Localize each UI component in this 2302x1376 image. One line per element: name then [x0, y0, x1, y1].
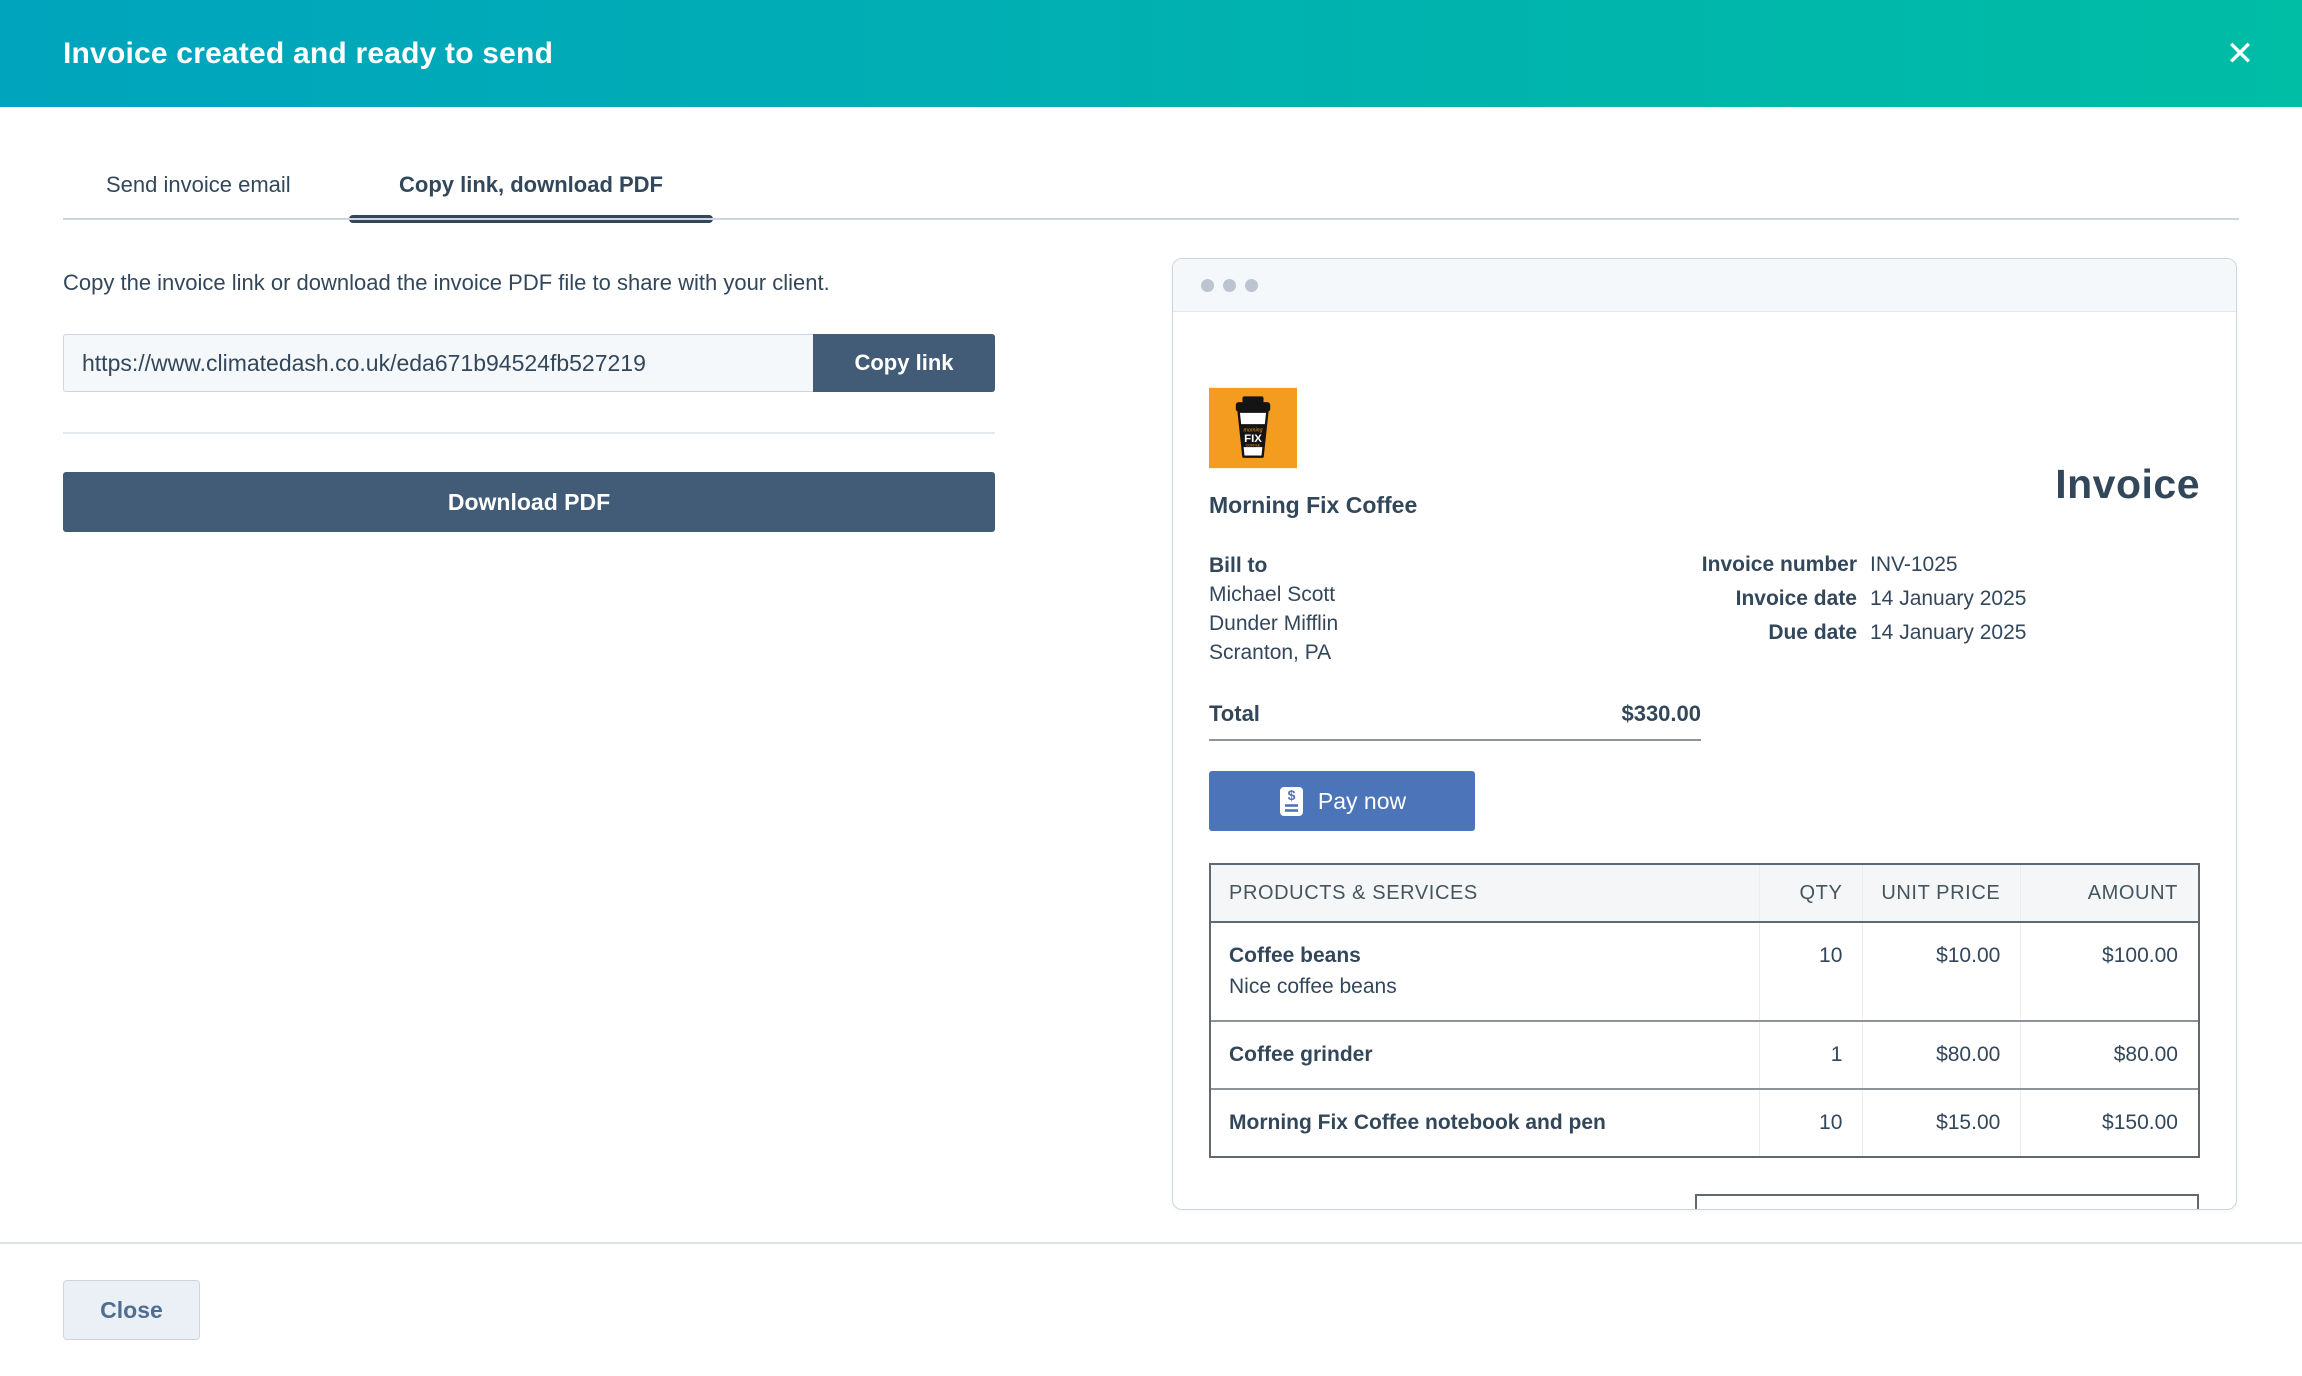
tab-divider-line — [63, 218, 2239, 220]
table-row: Coffee beans Nice coffee beans 10 $10.00… — [1211, 923, 2198, 1020]
col-unit-price: UNIT PRICE — [1862, 865, 2020, 921]
products-table: PRODUCTS & SERVICES QTY UNIT PRICE AMOUN… — [1209, 863, 2200, 1158]
company-name: Morning Fix Coffee — [1209, 492, 2200, 519]
item-amount: $100.00 — [2020, 923, 2198, 1020]
invoice-meta-block: Invoice number INV-1025 Invoice date 14 … — [1627, 551, 2030, 667]
invoice-parties: Bill to Michael Scott Dunder Mifflin Scr… — [1209, 551, 2200, 667]
close-button[interactable]: Close — [63, 1280, 200, 1340]
col-qty: QTY — [1759, 865, 1863, 921]
item-qty: 10 — [1759, 923, 1863, 1020]
item-name: Coffee beans — [1229, 944, 1739, 968]
invoice-heading: Invoice — [2055, 460, 2200, 508]
pay-now-label: Pay now — [1318, 788, 1406, 815]
meta-row: Invoice date 14 January 2025 — [1627, 585, 2030, 613]
svg-text:COFFEE: COFFEE — [1246, 444, 1261, 448]
browser-chrome-bar — [1173, 259, 2236, 312]
tab-label: Copy link, download PDF — [399, 172, 663, 197]
bill-to-label: Bill to — [1209, 551, 1338, 580]
due-date-label: Due date — [1627, 619, 1857, 647]
section-divider — [63, 432, 995, 434]
invoice-date-label: Invoice date — [1627, 585, 1857, 613]
window-dot-icon — [1223, 279, 1236, 292]
close-icon[interactable]: ✕ — [2216, 30, 2264, 78]
svg-text:$: $ — [1287, 787, 1295, 803]
pay-now-icon: $ — [1278, 786, 1305, 817]
share-section: Copy the invoice link or download the in… — [63, 268, 995, 532]
products-table-header: PRODUCTS & SERVICES QTY UNIT PRICE AMOUN… — [1211, 865, 2198, 923]
invoice-link-row: Copy link — [63, 334, 995, 392]
bill-to-block: Bill to Michael Scott Dunder Mifflin Scr… — [1209, 551, 1338, 667]
invoice-number-value: INV-1025 — [1870, 551, 2030, 579]
tab-copy-link-download-pdf[interactable]: Copy link, download PDF — [349, 172, 713, 198]
meta-row: Invoice number INV-1025 — [1627, 551, 2030, 579]
subtotal-box: Subtotal $330.00 — [1695, 1194, 2199, 1210]
meta-row: Due date 14 January 2025 — [1627, 619, 2030, 647]
copy-link-button[interactable]: Copy link — [813, 334, 995, 392]
item-name: Morning Fix Coffee notebook and pen — [1229, 1111, 1739, 1135]
col-products-services: PRODUCTS & SERVICES — [1211, 865, 1759, 921]
item-qty: 1 — [1759, 1022, 1863, 1088]
item-unit-price: $15.00 — [1862, 1090, 2020, 1156]
col-amount: AMOUNT — [2020, 865, 2198, 921]
invoice-link-input[interactable] — [63, 334, 813, 392]
table-row: Morning Fix Coffee notebook and pen 10 $… — [1211, 1088, 2198, 1156]
tab-bar: Send invoice email Copy link, download P… — [0, 160, 2302, 226]
modal-title: Invoice created and ready to send — [63, 37, 553, 71]
window-dot-icon — [1201, 279, 1214, 292]
item-description: Nice coffee beans — [1229, 975, 1739, 999]
tab-send-invoice-email[interactable]: Send invoice email — [106, 172, 291, 198]
item-qty: 10 — [1759, 1090, 1863, 1156]
invoice-date-value: 14 January 2025 — [1870, 585, 2030, 613]
download-pdf-button[interactable]: Download PDF — [63, 472, 995, 532]
invoice-preview-panel: morning FIX COFFEE Invoice Morning Fix C… — [1172, 258, 2237, 1210]
total-label: Total — [1209, 701, 1260, 727]
item-name: Coffee grinder — [1229, 1043, 1739, 1067]
share-description: Copy the invoice link or download the in… — [63, 268, 995, 298]
item-amount: $80.00 — [2020, 1022, 2198, 1088]
bill-to-city: Scranton, PA — [1209, 638, 1338, 667]
bill-to-company: Dunder Mifflin — [1209, 609, 1338, 638]
invoice-document: morning FIX COFFEE Invoice Morning Fix C… — [1173, 386, 2236, 1210]
modal-header: Invoice created and ready to send ✕ — [0, 0, 2302, 107]
bill-to-name: Michael Scott — [1209, 580, 1338, 609]
item-unit-price: $10.00 — [1862, 923, 2020, 1020]
pay-now-button[interactable]: $ Pay now — [1209, 771, 1475, 831]
footer-divider — [0, 1242, 2302, 1244]
window-dot-icon — [1245, 279, 1258, 292]
company-logo: morning FIX COFFEE — [1209, 386, 1297, 470]
total-value: $330.00 — [1621, 701, 1701, 727]
due-date-value: 14 January 2025 — [1870, 619, 2030, 647]
invoice-number-label: Invoice number — [1627, 551, 1857, 579]
table-row: Coffee grinder 1 $80.00 $80.00 — [1211, 1020, 2198, 1088]
item-amount: $150.00 — [2020, 1090, 2198, 1156]
item-unit-price: $80.00 — [1862, 1022, 2020, 1088]
invoice-total-row: Total $330.00 — [1209, 701, 1701, 741]
